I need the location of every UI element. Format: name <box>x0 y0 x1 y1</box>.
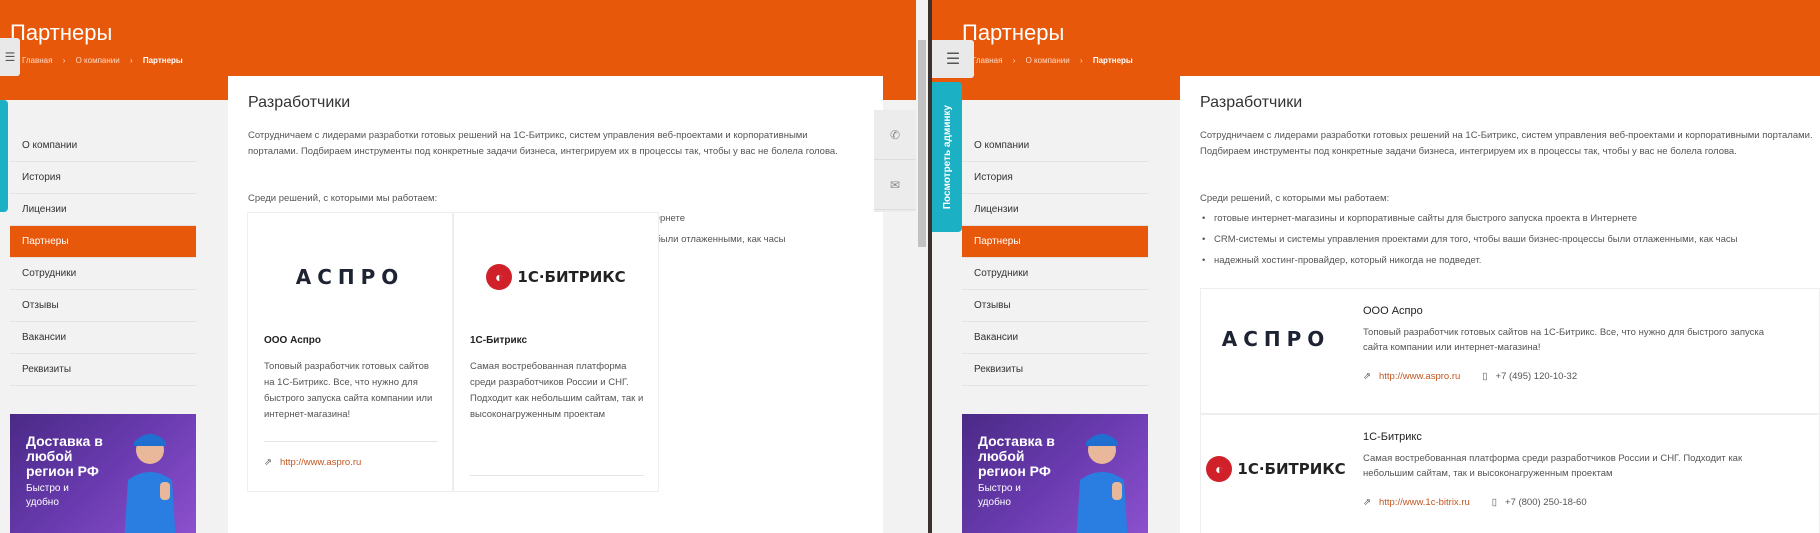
breadcrumb-about[interactable]: О компании <box>76 56 120 65</box>
partner-card-bitrix[interactable]: ◐ 1С·БИТРИКС 1С-Битрикс Самая востребован… <box>453 212 659 492</box>
breadcrumb: Главная › О компании › Партнеры <box>22 56 191 65</box>
sidebar-item-about[interactable]: О компании <box>962 130 1148 162</box>
partner-description: Самая востребованная платформа среди раз… <box>470 361 644 420</box>
sidebar-item-requisites[interactable]: Реквизиты <box>10 354 196 386</box>
chevron-right-icon: › <box>129 56 133 65</box>
solutions-label: Среди решений, с которыми мы работаем: <box>248 193 438 204</box>
sidebar-item-vacancies[interactable]: Вакансии <box>962 322 1148 354</box>
partner-card-aspro[interactable]: АСПРО ООО Аспро Топовый разработчик гото… <box>1200 288 1820 414</box>
partner-description: Самая востребованная платформа среди раз… <box>1363 453 1743 479</box>
sidebar-item-history[interactable]: История <box>962 162 1148 194</box>
solutions-label: Среди решений, с которыми мы работаем: <box>1200 193 1390 204</box>
breadcrumb-current: Партнеры <box>1092 56 1133 65</box>
sidebar-item-requisites[interactable]: Реквизиты <box>962 354 1148 386</box>
sidebar-item-reviews[interactable]: Отзывы <box>962 290 1148 322</box>
mobile-phone-icon: ▯ <box>1482 371 1488 382</box>
admin-panel-tab[interactable] <box>0 100 8 212</box>
partner-contacts: ⇗ http://www.1c-bitrix.ru ▯ +7 (800) 250-18… <box>1363 497 1587 508</box>
external-link-icon: ⇗ <box>1363 497 1371 508</box>
breadcrumb-home[interactable]: Главная <box>972 56 1002 65</box>
page-title: Партнеры <box>10 20 113 45</box>
partner-name: ООО Аспро <box>1363 305 1423 317</box>
partner-name: 1С-Битрикс <box>1363 431 1422 443</box>
courier-image <box>1076 434 1128 533</box>
chevron-right-icon: › <box>1012 56 1016 65</box>
sidebar-item-staff[interactable]: Сотрудники <box>10 258 196 290</box>
mobile-phone-icon: ▯ <box>1491 497 1498 508</box>
partner-phone[interactable]: +7 (800) 250-18-60 <box>1505 497 1587 508</box>
partner-link[interactable]: http://www.1c-bitrix.ru <box>1379 497 1470 508</box>
sidebar-item-vacancies[interactable]: Вакансии <box>10 322 196 354</box>
scrollbar[interactable] <box>916 0 928 533</box>
partner-name: 1С-Битрикс <box>470 335 528 346</box>
mail-icon[interactable]: ✉ <box>874 160 916 210</box>
external-link-icon: ⇗ <box>264 457 272 468</box>
divider <box>264 441 438 442</box>
bitrix-logo: ◐ 1С·БИТРИКС <box>454 257 658 297</box>
sidebar-item-partners[interactable]: Партнеры <box>10 226 196 258</box>
section-title: Разработчики <box>248 94 351 111</box>
delivery-banner[interactable]: Доставка в любой регион РФ Быстро и удоб… <box>10 414 196 533</box>
sidebar-nav: О компании История Лицензии Партнеры Сот… <box>10 130 196 386</box>
partner-contacts: ⇗ http://www.aspro.ru ▯ +7 (495) 120-10-32 <box>1363 371 1577 382</box>
sidebar-item-staff[interactable]: Сотрудники <box>962 258 1148 290</box>
breadcrumb-current: Партнеры <box>142 56 183 65</box>
sidebar-item-licenses[interactable]: Лицензии <box>10 194 196 226</box>
partner-description: Топовый разработчик готовых сайтов на 1С… <box>1363 327 1765 353</box>
delivery-banner[interactable]: Доставка в любой регион РФ Быстро и удоб… <box>962 414 1148 533</box>
banner-subtitle: Быстро и удобно <box>26 483 69 508</box>
page-title: Партнеры <box>962 20 1065 45</box>
sidebar-nav: О компании История Лицензии Партнеры Сот… <box>962 130 1148 386</box>
partner-description: Топовый разработчик готовых сайтов на 1С… <box>264 361 433 420</box>
partner-phone[interactable]: +7 (495) 120-10-32 <box>1496 371 1578 382</box>
intro-text: Сотрудничаем с лидерами разработки готов… <box>248 130 838 157</box>
left-viewport: Партнеры Главная › О компании › Партнеры… <box>0 0 916 533</box>
bitrix-logo: ◐ 1С·БИТРИКС <box>1201 449 1351 489</box>
list-item: надежный хостинг-провайдер, который нико… <box>1200 250 1738 271</box>
list-item: CRM-системы и системы управления проекта… <box>1200 229 1738 250</box>
sidebar-item-history[interactable]: История <box>10 162 196 194</box>
breadcrumb-home[interactable]: Главная <box>22 56 52 65</box>
sliders-icon[interactable]: ☰ <box>932 40 974 78</box>
partner-name: ООО Аспро <box>264 335 322 346</box>
chevron-right-icon: › <box>62 56 66 65</box>
sliders-icon[interactable]: ☰ <box>0 38 20 76</box>
admin-panel-tab[interactable]: Посмотреть админку <box>932 82 962 232</box>
content-panel: Разработчики Сотрудничаем с лидерами раз… <box>1180 76 1820 533</box>
partner-card-bitrix[interactable]: ◐ 1С·БИТРИКС 1С-Битрикс Самая востребован… <box>1200 414 1820 533</box>
intro-text: Сотрудничаем с лидерами разработки готов… <box>1200 130 1813 157</box>
solutions-list: готовые интернет-магазины и корпоративны… <box>1200 208 1738 271</box>
external-link-icon: ⇗ <box>1363 371 1371 382</box>
banner-title: Доставка в любой регион РФ <box>26 433 103 479</box>
sidebar-item-licenses[interactable]: Лицензии <box>962 194 1148 226</box>
breadcrumb-about[interactable]: О компании <box>1026 56 1070 65</box>
partner-card-aspro[interactable]: АСПРО ООО Аспро Топовый разработчик гото… <box>247 212 453 492</box>
section-title: Разработчики <box>1200 94 1303 111</box>
phone-icon[interactable]: ✆ <box>874 110 916 160</box>
list-item: готовые интернет-магазины и корпоративны… <box>1200 208 1738 229</box>
aspro-logo: АСПРО <box>295 265 405 289</box>
aspro-logo: АСПРО <box>1221 327 1331 351</box>
contact-widget: ✆ ✉ <box>874 110 916 212</box>
right-viewport: Партнеры Главная › О компании › Партнеры… <box>932 0 1820 533</box>
chevron-right-icon: › <box>1079 56 1083 65</box>
divider <box>470 475 644 476</box>
courier-image <box>124 434 176 533</box>
partner-link[interactable]: http://www.aspro.ru <box>1379 371 1460 382</box>
banner-title: Доставка в любой регион РФ <box>978 433 1055 479</box>
scrollbar-thumb[interactable] <box>918 40 926 247</box>
partner-link[interactable]: ⇗ http://www.aspro.ru <box>264 457 361 468</box>
breadcrumb: Главная › О компании › Партнеры <box>972 56 1141 65</box>
sidebar-item-reviews[interactable]: Отзывы <box>10 290 196 322</box>
sidebar-item-partners[interactable]: Партнеры <box>962 226 1148 258</box>
banner-subtitle: Быстро и удобно <box>978 483 1021 508</box>
sidebar-item-about[interactable]: О компании <box>10 130 196 162</box>
